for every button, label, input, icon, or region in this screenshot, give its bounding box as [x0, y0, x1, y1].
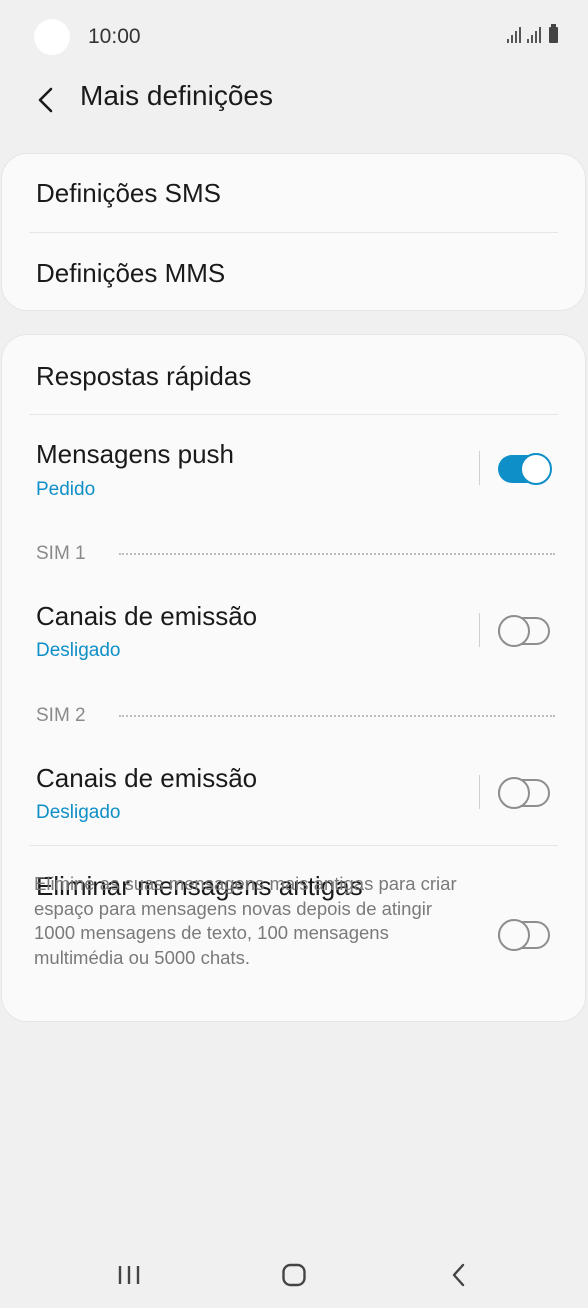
toggle-knob	[498, 777, 530, 809]
navigation-bar	[0, 1240, 588, 1308]
separator	[479, 451, 480, 485]
separator	[479, 775, 480, 809]
sim1-header: SIM 1	[36, 543, 86, 564]
status-bar: 10:00	[0, 0, 588, 74]
sim1-broadcast-toggle[interactable]	[498, 615, 550, 647]
sim2-broadcast-toggle[interactable]	[498, 777, 550, 809]
toggle-knob	[520, 453, 552, 485]
status-icons	[507, 24, 558, 43]
mms-settings-item[interactable]: Definições MMS	[36, 258, 225, 289]
nav-back-button[interactable]	[440, 1260, 478, 1290]
chevron-left-icon	[38, 87, 53, 113]
divider	[29, 232, 558, 233]
app-bar: Mais definições	[0, 74, 588, 134]
push-messages-title[interactable]: Mensagens push	[36, 439, 234, 470]
home-button[interactable]	[274, 1260, 314, 1290]
divider	[29, 845, 558, 846]
back-button[interactable]	[26, 78, 66, 122]
sim2-broadcast-status: Desligado	[36, 802, 121, 823]
sim2-header: SIM 2	[36, 705, 86, 726]
delete-old-messages-toggle[interactable]	[498, 919, 550, 951]
push-messages-toggle[interactable]	[498, 453, 552, 485]
dotted-divider	[119, 715, 555, 717]
battery-icon	[549, 24, 558, 43]
separator	[479, 613, 480, 647]
sim1-broadcast-title[interactable]: Canais de emissão	[36, 601, 257, 632]
recent-apps-icon	[118, 1266, 140, 1284]
quick-replies-item[interactable]: Respostas rápidas	[36, 361, 251, 392]
sim2-broadcast-title[interactable]: Canais de emissão	[36, 763, 257, 794]
status-time: 10:00	[88, 25, 141, 48]
dotted-divider	[119, 553, 555, 555]
status-dot-icon	[34, 19, 70, 55]
delete-old-messages-description: Elimine as suas mensagens mais antigas p…	[34, 873, 457, 968]
sim1-broadcast-status: Desligado	[36, 640, 121, 661]
push-messages-status: Pedido	[36, 479, 96, 500]
home-icon	[282, 1263, 306, 1287]
signal-sim2-icon	[527, 26, 541, 43]
back-icon	[452, 1263, 465, 1287]
signal-sim1-icon	[507, 26, 521, 43]
divider	[29, 414, 558, 415]
toggle-knob	[498, 919, 530, 951]
settings-group-messages: Definições SMS Definições MMS	[1, 153, 586, 311]
recent-apps-button[interactable]	[110, 1260, 148, 1290]
page-title: Mais definições	[80, 80, 273, 111]
sms-settings-item[interactable]: Definições SMS	[36, 178, 221, 209]
toggle-knob	[498, 615, 530, 647]
